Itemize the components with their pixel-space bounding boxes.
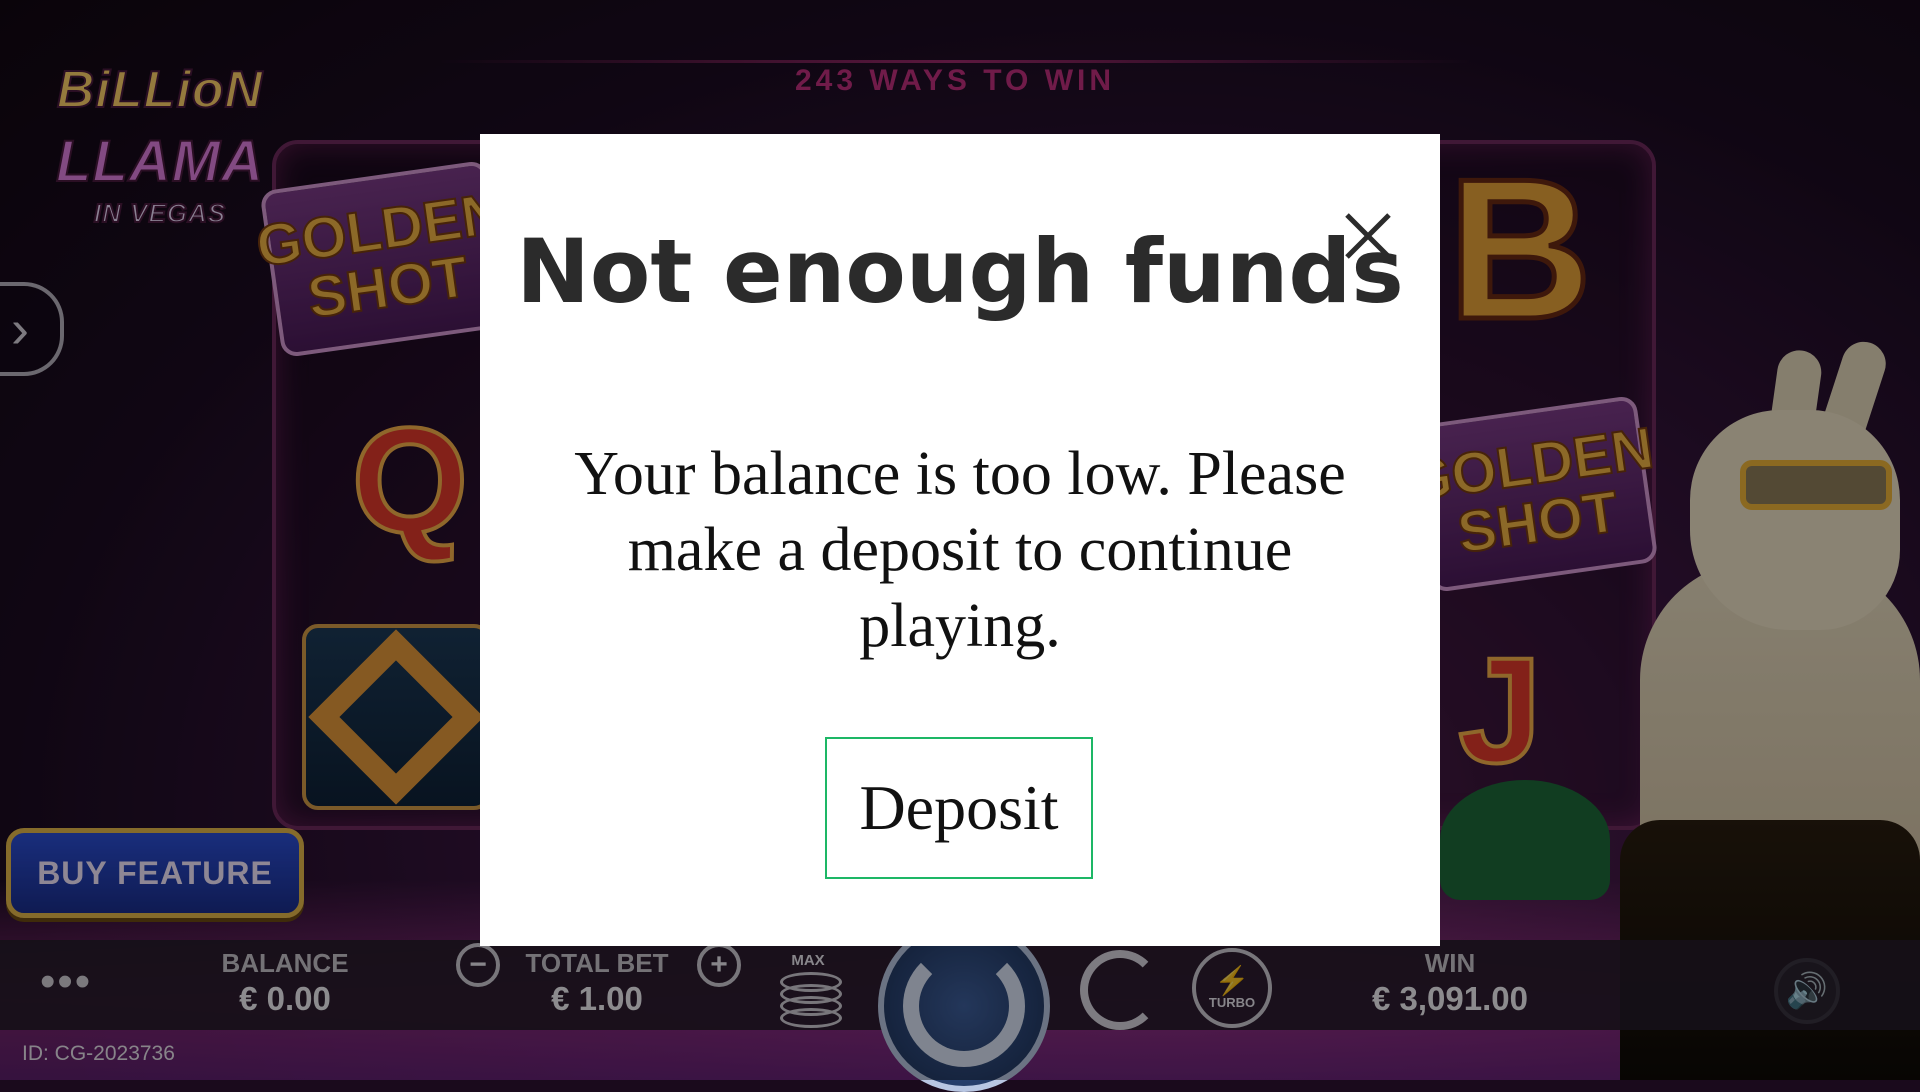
deposit-button[interactable]: Deposit (825, 737, 1093, 879)
dialog-title: Not enough funds (516, 220, 1404, 323)
close-icon (1345, 213, 1391, 259)
dialog-message: Your balance is too low. Please make a d… (574, 440, 1346, 660)
close-button[interactable] (1338, 206, 1398, 266)
